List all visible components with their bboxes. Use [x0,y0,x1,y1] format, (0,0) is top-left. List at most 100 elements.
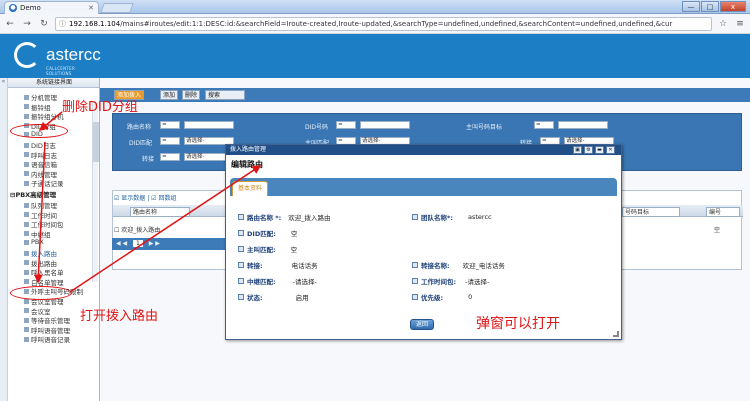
modal-titlebar[interactable]: 拨入路由管理 [226,145,621,155]
sidebar-item[interactable]: 工作时间包 [24,219,64,229]
search-button[interactable]: 搜索 [205,90,245,100]
sidebar-item[interactable]: 等待音乐管理 [24,315,70,325]
sidebar-item[interactable]: DID日志 [24,140,56,150]
back-icon[interactable]: ← [4,18,16,30]
sidebar-item-icon [24,161,29,167]
field-icon [238,246,244,252]
filter-label-transfer: 转接 [142,156,155,163]
browser-tab[interactable]: ● Demo ✕ [4,1,99,14]
caller-target-input[interactable] [558,121,608,129]
sidebar-item[interactable]: PBX [24,238,44,246]
sidebar-item[interactable]: 振铃组 [24,102,51,112]
field-trunk-match: 中继匹配: -请选择- [238,276,317,286]
new-tab-button[interactable] [100,3,134,13]
pager-current-page[interactable]: 1 [133,240,143,247]
did-match-op-select[interactable]: = [160,137,180,145]
modal-close-icon[interactable]: ✕ [606,146,615,154]
modal-minimize-icon[interactable]: ▬ [595,146,604,154]
caller-target-op-select[interactable]: = [534,121,554,129]
transfer-op-select[interactable]: = [160,153,180,161]
tab-favicon-icon: ● [9,4,17,12]
sidebar-item[interactable]: 会议室 [24,306,51,316]
bookmark-star-icon[interactable]: ☆ [717,18,729,30]
row-route-name: 欢迎_拨入路由 [121,227,161,234]
grid-search-field-select[interactable]: 路由名称 [130,207,190,217]
route-name-op-select[interactable]: = [160,121,180,129]
row-right-value: 空 [714,227,721,234]
field-icon [412,294,418,300]
sidebar-collapse-icon[interactable]: « [0,78,8,401]
sidebar-scrollbar[interactable] [92,102,99,282]
route-name-input[interactable] [184,121,234,129]
forward-icon[interactable]: → [21,18,33,30]
grid-search-field-right[interactable]: 号码目标 [622,207,680,217]
tab-basic-info[interactable]: 基本资料 [232,181,268,196]
field-value: 欢迎_拨入路由 [288,214,331,222]
sidebar-item[interactable]: 内线管理 [24,169,57,179]
field-label: DID匹配: [247,230,276,238]
browser-titlebar: ● Demo ✕ — □ x [0,0,750,14]
maximize-button[interactable]: □ [701,1,719,12]
app-header: astercc CALLCENTER SOLUTIONS [0,34,750,78]
sidebar-item-label: DID日志 [31,142,56,150]
did-input[interactable] [360,121,410,129]
back-button[interactable]: 返回 [410,319,434,330]
delete-button[interactable]: 删除 [182,90,201,100]
sidebar-item[interactable]: 呼叫语音管理 [24,325,70,335]
sidebar-item[interactable]: 振铃组分机 [24,111,64,121]
table-row[interactable]: ☐ 欢迎_拨入路由 [114,225,160,234]
field-team-name: 团队名称*: astercc [412,212,492,222]
sidebar-item-label: 等待音乐管理 [31,317,70,326]
field-did-match: DID匹配: 空 [238,228,297,238]
logo-mark-icon [14,42,40,68]
field-icon [238,230,244,236]
sidebar-item[interactable]: 呼叫日志 [24,150,57,160]
sidebar-item[interactable]: 工作时间 [24,210,57,220]
reload-icon[interactable]: ↻ [38,18,50,30]
resize-grip-icon[interactable] [613,331,619,337]
field-icon [238,262,244,268]
filter-label-caller-target: 主叫号码目标 [466,124,503,131]
scrollbar-thumb[interactable] [93,122,99,162]
sidebar-item-icon [24,327,29,333]
sidebar-item[interactable]: 分机管理 [24,92,57,102]
close-window-button[interactable]: x [720,1,746,12]
field-label: 优先级: [421,294,444,302]
sidebar-item-label: 振铃组 [31,103,51,112]
sidebar-item[interactable]: 呼叫语音记录 [24,334,70,344]
sidebar-item[interactable]: 语音信箱 [24,159,57,169]
sidebar-group-pbx[interactable]: ⊟PBX高级管理 [10,189,56,199]
sidebar-item[interactable]: 呼入黑名单 [24,267,64,277]
field-label: 工作时间包: [421,278,457,286]
sidebar-item-label: 工作时间 [31,211,57,220]
sidebar-item-icon [24,260,29,266]
modal-settings-icon[interactable]: ⚙ [584,146,593,154]
add-button[interactable]: 添加 [160,90,179,100]
sidebar-item-icon [24,336,29,342]
sidebar-item[interactable]: 队列管理 [24,200,57,210]
page-info-icon[interactable]: ⓘ [59,19,66,29]
annotation-popup-ok: 弹窗可以打开 [476,316,560,332]
did-op-select[interactable]: = [336,121,356,129]
field-icon [412,262,418,268]
sidebar-item-label: 内线管理 [31,170,57,179]
minimize-button[interactable]: — [682,1,700,12]
menu-icon[interactable]: ≡ [734,18,746,30]
modal-tab-bar [230,178,617,196]
sidebar-item-icon [24,279,29,285]
field-value: 空 [290,246,298,254]
show-data-link[interactable]: 显示数据 [121,195,145,202]
sidebar-item[interactable]: 子通话记录 [24,178,64,188]
sidebar-item[interactable]: 拨入路由 [24,248,57,258]
return-array-link[interactable]: 回数组 [158,195,176,202]
field-value: 电话话务 [291,262,318,270]
navigation-bar: ← → ↻ ⓘ 192.168.1.104/mains#iroutes/edit… [0,14,750,34]
address-bar[interactable]: ⓘ 192.168.1.104/mains#iroutes/edit:1:1:D… [55,16,712,31]
modal-restore-icon[interactable]: ▣ [573,146,582,154]
close-tab-icon[interactable]: ✕ [88,4,94,12]
field-icon [412,214,418,220]
field-label: 团队名称*: [421,214,453,222]
sidebar-item[interactable]: 中继组 [24,229,51,239]
sidebar-item-icon [24,113,29,119]
sidebar-item[interactable]: 拨出路由 [24,258,57,268]
